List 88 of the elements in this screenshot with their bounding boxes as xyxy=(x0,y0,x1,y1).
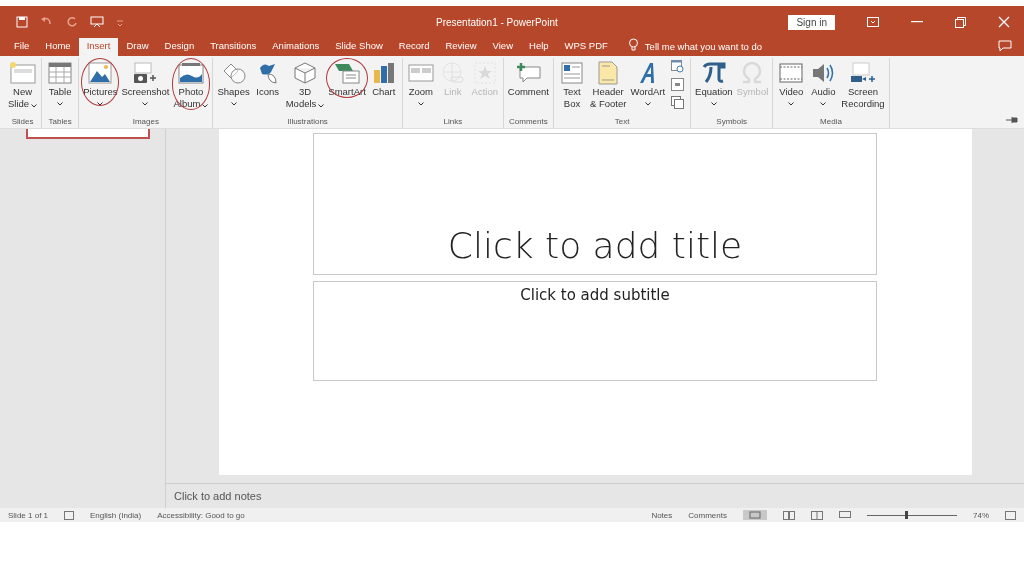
close-icon[interactable] xyxy=(998,16,1010,28)
presenter-icon[interactable] xyxy=(90,16,104,28)
ribbon-tab[interactable]: Animations xyxy=(272,38,320,56)
comments-icon[interactable] xyxy=(998,40,1012,52)
zoom-slides-icon xyxy=(407,62,434,84)
group-label: Images xyxy=(132,117,159,128)
language-label[interactable]: English (India) xyxy=(90,510,142,520)
speaker-icon xyxy=(811,62,836,84)
lightbulb-icon xyxy=(627,38,639,52)
tell-me-search-field[interactable]: Tell me what you want to do xyxy=(644,41,763,56)
group-label: Slides xyxy=(11,117,34,128)
ribbon-tab[interactable]: Help xyxy=(529,38,549,56)
pin-icon[interactable] xyxy=(1006,116,1018,124)
ribbon-button[interactable]: Comment xyxy=(505,58,551,98)
camera-icon xyxy=(133,62,158,84)
ribbon-button[interactable]: Text Box xyxy=(556,58,588,110)
title-placeholder[interactable]: Click to add title xyxy=(313,133,877,275)
picture-icon xyxy=(88,62,113,84)
ribbon-button[interactable]: Video xyxy=(775,58,808,106)
ribbon-tab[interactable]: Slide Show xyxy=(335,38,383,56)
slideshow-icon[interactable] xyxy=(839,510,851,520)
zoom-level[interactable]: 74% xyxy=(973,510,989,520)
spell-check-icon[interactable] xyxy=(64,510,75,520)
ribbon-button[interactable]: WordArt xyxy=(628,58,668,106)
slide-thumbnail[interactable] xyxy=(26,129,150,139)
ribbon-tab[interactable]: WPS PDF xyxy=(564,38,608,56)
sign-in-button[interactable]: Sign in xyxy=(788,14,835,30)
date-time-icon[interactable] xyxy=(671,60,685,73)
reading-view-icon[interactable] xyxy=(811,510,823,520)
restore-icon[interactable] xyxy=(955,16,966,28)
ribbon-tab[interactable]: File xyxy=(14,38,30,56)
group-label: Tables xyxy=(48,117,72,128)
minimize-icon[interactable] xyxy=(911,21,923,23)
ribbon-button[interactable]: Pictures xyxy=(81,58,120,106)
accessibility-status[interactable]: Accessibility: Good to go xyxy=(157,510,245,520)
zoom-slider[interactable] xyxy=(867,511,957,519)
notes-toggle[interactable]: Notes xyxy=(651,510,673,520)
bar-chart-icon xyxy=(372,62,395,84)
ribbon-tab[interactable]: Home xyxy=(45,38,71,56)
ribbon-button[interactable]: New Slide xyxy=(6,58,40,110)
ribbon-tab[interactable]: Design xyxy=(164,38,195,56)
ribbon-display-icon[interactable] xyxy=(867,17,879,27)
comments-toggle[interactable]: Comments xyxy=(688,510,727,520)
ribbon-button[interactable]: Table xyxy=(44,58,77,106)
window-title: Presentation1 - PowerPoint xyxy=(436,16,559,28)
screen-recording-icon xyxy=(849,62,876,84)
save-icon[interactable] xyxy=(16,16,28,28)
film-icon xyxy=(779,62,804,84)
subtitle-placeholder[interactable]: Click to add subtitle xyxy=(313,281,877,381)
omega-icon xyxy=(741,62,764,84)
group-label: Links xyxy=(443,117,463,128)
ribbon-tab[interactable]: Review xyxy=(445,38,477,56)
ribbon-button[interactable]: Screenshot xyxy=(119,58,172,106)
ribbon-button[interactable]: Chart xyxy=(367,58,400,98)
ribbon-button[interactable]: Header & Footer xyxy=(588,58,629,110)
ribbon-tab[interactable]: Transitions xyxy=(210,38,257,56)
zoom-slider-thumb[interactable] xyxy=(904,511,908,519)
smartart-icon xyxy=(334,62,361,84)
ribbon-button[interactable]: Zoom xyxy=(404,58,437,106)
page-icon xyxy=(598,61,619,85)
pi-icon xyxy=(701,62,726,84)
redo-icon[interactable] xyxy=(66,16,78,28)
cube-icon xyxy=(293,62,317,84)
ribbon-button[interactable]: Audio xyxy=(807,58,840,106)
group-label: Media xyxy=(820,117,842,128)
group-label: Illustrations xyxy=(287,117,328,128)
slide-counter: Slide 1 of 1 xyxy=(8,510,49,520)
fit-slide-icon[interactable] xyxy=(1005,510,1016,520)
ribbon-button[interactable]: Screen Recording xyxy=(839,58,887,110)
group-label: Comments xyxy=(509,117,548,128)
add-comment-icon xyxy=(515,62,542,84)
ribbon-tab[interactable]: Draw xyxy=(126,38,149,56)
ribbon-button[interactable]: Equation xyxy=(693,58,735,106)
ribbon-button[interactable]: Shapes xyxy=(215,58,252,106)
table-icon xyxy=(48,62,73,84)
ribbon-button[interactable]: Icons xyxy=(251,58,284,98)
ribbon-tab[interactable]: View xyxy=(492,38,513,56)
group-label: Symbols xyxy=(716,117,748,128)
photo-album-icon xyxy=(178,62,204,84)
object-icon[interactable] xyxy=(671,96,685,109)
text-box-icon xyxy=(561,62,583,84)
new-slide-icon xyxy=(9,62,36,84)
slide-sorter-icon[interactable] xyxy=(783,510,795,520)
ribbon-button[interactable]: 3D Models xyxy=(283,58,327,110)
ribbon-tab[interactable]: Insert xyxy=(78,38,119,56)
ribbon-tab[interactable]: Record xyxy=(398,38,430,56)
group-label: Text xyxy=(614,117,630,128)
slide-number-icon[interactable] xyxy=(671,78,685,91)
